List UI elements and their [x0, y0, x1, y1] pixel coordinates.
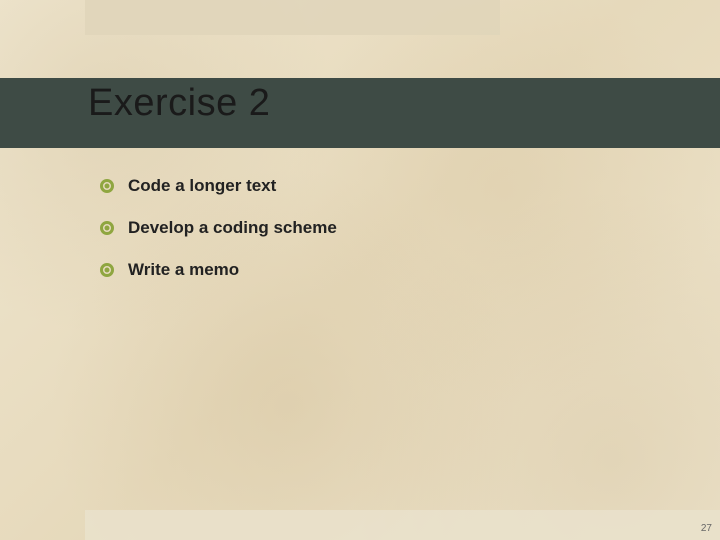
list-item: Develop a coding scheme — [100, 207, 620, 249]
top-accent-stripe — [85, 0, 500, 35]
slide-title: Exercise 2 — [88, 82, 270, 125]
list-item: Code a longer text — [100, 165, 620, 207]
bullet-target-icon — [100, 179, 114, 193]
list-item: Write a memo — [100, 249, 620, 291]
bullet-text: Write a memo — [128, 260, 239, 280]
bullet-text: Develop a coding scheme — [128, 218, 337, 238]
bullet-text: Code a longer text — [128, 176, 276, 196]
footer-bar — [85, 510, 720, 540]
bullet-target-icon — [100, 263, 114, 277]
bullet-target-icon — [100, 221, 114, 235]
bullet-list: Code a longer text Develop a coding sche… — [100, 165, 620, 291]
page-number: 27 — [701, 523, 712, 534]
